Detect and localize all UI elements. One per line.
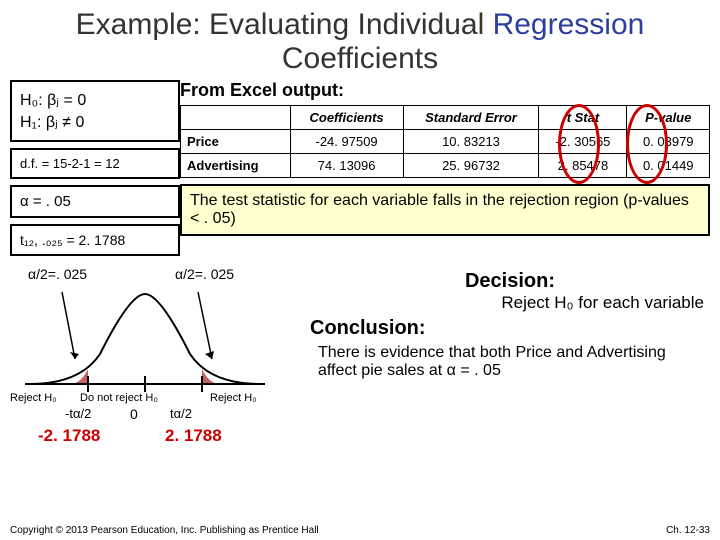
- alpha-right-label: α/2=. 025: [175, 266, 234, 282]
- pos-t-label: tα/2: [170, 406, 192, 421]
- circle-tstat-icon: [558, 104, 600, 184]
- hypotheses-box: H₀: βⱼ = 0 H₁: βⱼ ≠ 0: [10, 80, 180, 142]
- bell-curve-icon: [20, 284, 270, 404]
- slide-title: Example: Evaluating Individual Regressio…: [0, 0, 720, 80]
- decision-text: Reject H₀ for each variable: [310, 293, 710, 313]
- conclusion-heading: Conclusion:: [310, 317, 710, 340]
- rejection-region-diagram: α/2=. 025 α/2=. 025 Reject H₀ Do not rej…: [10, 266, 300, 456]
- interpretation-box: The test statistic for each variable fal…: [180, 184, 710, 236]
- copyright: Copyright © 2013 Pearson Education, Inc.…: [10, 525, 319, 536]
- neg-t-label: -tα/2: [65, 406, 91, 421]
- h0: H₀: βⱼ = 0: [20, 90, 170, 110]
- decision-heading: Decision:: [310, 270, 710, 293]
- reject-left: Reject H₀: [10, 392, 57, 404]
- df-box: d.f. = 15-2-1 = 12: [10, 148, 180, 179]
- noreject-mid: Do not reject H₀: [80, 392, 158, 404]
- circle-pvalue-icon: [626, 104, 668, 184]
- page-number: Ch. 12-33: [666, 525, 710, 536]
- zero-label: 0: [130, 406, 138, 422]
- crit-value-pos: 2. 1788: [165, 426, 222, 446]
- alpha-left-label: α/2=. 025: [28, 266, 87, 282]
- excel-label: From Excel output:: [180, 80, 710, 101]
- tcrit-box: t₁₂, .₀₂₅ = 2. 1788: [10, 224, 180, 256]
- conclusion-text: There is evidence that both Price and Ad…: [310, 340, 710, 384]
- h1: H₁: βⱼ ≠ 0: [20, 112, 170, 132]
- alpha-box: α = . 05: [10, 185, 180, 218]
- crit-value-neg: -2. 1788: [38, 426, 100, 446]
- reject-right: Reject H₀: [210, 392, 257, 404]
